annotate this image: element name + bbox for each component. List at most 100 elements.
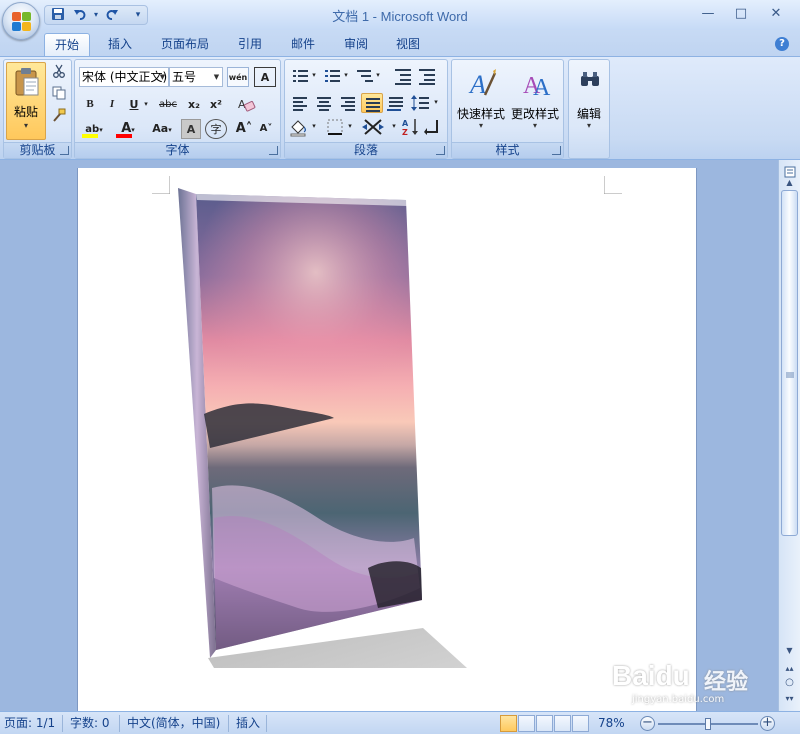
align-right-icon[interactable] — [337, 93, 359, 113]
decrease-indent-icon[interactable] — [391, 66, 413, 86]
change-styles-button[interactable]: A A 更改样式 ▾ — [508, 62, 562, 140]
zoom-slider-thumb[interactable] — [705, 718, 711, 730]
styles-group: A 快速样式 ▾ A A 更改样式 ▾ 样式 — [451, 59, 564, 159]
numbering-icon[interactable] — [321, 66, 343, 86]
close-button[interactable]: ✕ — [761, 4, 791, 24]
scroll-thumb[interactable] — [781, 190, 798, 536]
paste-button[interactable]: 粘贴 ▾ — [6, 62, 46, 140]
font-name-dropdown-icon[interactable]: ▼ — [157, 68, 168, 86]
language-status[interactable]: 中文(简体，中国) — [127, 715, 220, 732]
zoom-in-button[interactable]: + — [760, 716, 775, 731]
char-shading-button[interactable]: A — [181, 119, 201, 139]
quick-styles-dropdown-icon[interactable]: ▾ — [455, 121, 507, 130]
status-bar: 页面: 1/1 字数: 0 中文(简体，中国) 插入 78% − + — [0, 711, 800, 734]
italic-button[interactable]: I — [101, 95, 123, 115]
draft-view-button[interactable] — [572, 715, 589, 732]
line-spacing-icon[interactable] — [409, 93, 431, 113]
bullets-dropdown-icon[interactable]: ▾ — [309, 66, 319, 86]
previous-page-icon[interactable]: ▴▴ — [781, 662, 798, 676]
insert-mode-status[interactable]: 插入 — [236, 715, 260, 732]
increase-indent-icon[interactable] — [415, 66, 437, 86]
scroll-up-icon[interactable]: ▲ — [781, 176, 798, 190]
paragraph-launcher-icon[interactable] — [436, 146, 445, 155]
grow-font-button[interactable]: A˄ — [233, 119, 255, 139]
borders-icon[interactable] — [325, 117, 347, 137]
borders-dropdown-icon[interactable]: ▾ — [345, 117, 355, 137]
chinese-layout-icon[interactable] — [361, 117, 389, 137]
clear-formatting-button[interactable]: A — [234, 95, 258, 115]
tab-references[interactable]: 引用 — [228, 33, 272, 57]
bullets-icon[interactable] — [289, 66, 311, 86]
paste-dropdown-icon[interactable]: ▾ — [7, 121, 45, 130]
multilevel-dropdown-icon[interactable]: ▾ — [373, 66, 383, 86]
shading-dropdown-icon[interactable]: ▾ — [309, 117, 319, 137]
web-layout-view-button[interactable] — [536, 715, 553, 732]
multilevel-list-icon[interactable] — [353, 66, 375, 86]
cut-icon[interactable] — [48, 64, 70, 84]
ribbon-tabs: 开始 插入 页面布局 引用 邮件 审阅 视图 ? — [0, 30, 800, 57]
zoom-level[interactable]: 78% — [598, 715, 625, 732]
format-painter-icon[interactable] — [48, 108, 70, 128]
align-left-icon[interactable] — [289, 93, 311, 113]
strikethrough-button[interactable]: abc — [155, 95, 181, 115]
scroll-down-icon[interactable]: ▼ — [781, 644, 798, 658]
underline-dropdown-icon[interactable]: ▾ — [141, 95, 151, 115]
phonetic-guide-button[interactable]: wén — [227, 67, 249, 87]
word-count-status[interactable]: 字数: 0 — [70, 715, 110, 732]
maximize-button[interactable]: □ — [726, 4, 756, 24]
help-icon[interactable]: ? — [775, 37, 789, 51]
tab-insert[interactable]: 插入 — [98, 33, 142, 57]
tab-home[interactable]: 开始 — [44, 33, 90, 57]
change-styles-dropdown-icon[interactable]: ▾ — [509, 121, 561, 130]
zoom-out-button[interactable]: − — [640, 716, 655, 731]
svg-text:Z: Z — [402, 128, 408, 137]
margin-corner-top-right — [604, 176, 622, 194]
bold-button[interactable]: B — [79, 95, 101, 115]
page-count-status[interactable]: 页面: 1/1 — [4, 715, 55, 732]
tab-mailings[interactable]: 邮件 — [281, 33, 325, 57]
sort-icon[interactable]: AZ — [401, 117, 423, 137]
tab-page-layout[interactable]: 页面布局 — [152, 33, 218, 57]
line-spacing-dropdown-icon[interactable]: ▾ — [431, 93, 441, 113]
highlight-button[interactable]: ab▾ — [79, 119, 109, 139]
window-title: 文档 1 - Microsoft Word — [332, 9, 468, 24]
font-size-select[interactable]: 五号 ▼ — [169, 67, 223, 87]
show-marks-icon[interactable] — [423, 117, 445, 137]
vertical-scrollbar[interactable]: ▲ ▼ ▴▴ ○ ▾▾ — [778, 160, 800, 711]
styles-launcher-icon[interactable] — [552, 146, 561, 155]
font-launcher-icon[interactable] — [269, 146, 278, 155]
font-color-button[interactable]: A▾ — [113, 119, 143, 139]
shrink-font-button[interactable]: A˅ — [255, 119, 277, 139]
next-page-icon[interactable]: ▾▾ — [781, 692, 798, 706]
document-page[interactable] — [77, 168, 697, 711]
office-button[interactable] — [2, 2, 40, 40]
justify-icon[interactable] — [361, 93, 383, 113]
numbering-dropdown-icon[interactable]: ▾ — [341, 66, 351, 86]
change-case-button[interactable]: Aa▾ — [147, 119, 177, 139]
tab-review[interactable]: 审阅 — [334, 33, 378, 57]
title-bar: ▾ ▾ 文档 1 - Microsoft Word — □ ✕ — [0, 0, 800, 30]
clipboard-launcher-icon[interactable] — [60, 146, 69, 155]
font-size-dropdown-icon[interactable]: ▼ — [211, 68, 222, 86]
distributed-icon[interactable] — [385, 93, 407, 113]
copy-icon[interactable] — [48, 86, 70, 106]
select-browse-object-icon[interactable]: ○ — [781, 676, 798, 690]
char-border-button[interactable]: A — [254, 67, 276, 87]
chinese-layout-dropdown-icon[interactable]: ▾ — [389, 117, 399, 137]
enclose-characters-button[interactable]: 字 — [205, 119, 227, 139]
editing-dropdown-icon[interactable]: ▾ — [572, 121, 606, 130]
minimize-button[interactable]: — — [693, 4, 723, 24]
subscript-button[interactable]: x₂ — [183, 95, 205, 115]
font-name-select[interactable]: 宋体 (中文正文) ▼ — [79, 67, 169, 87]
outline-view-button[interactable] — [554, 715, 571, 732]
change-styles-label: 更改样式 — [510, 107, 559, 121]
superscript-button[interactable]: x² — [205, 95, 227, 115]
quick-styles-button[interactable]: A 快速样式 ▾ — [454, 62, 508, 140]
print-layout-view-button[interactable] — [500, 715, 517, 732]
shading-icon[interactable] — [289, 117, 311, 137]
tab-view[interactable]: 视图 — [386, 33, 430, 57]
full-screen-reading-view-button[interactable] — [518, 715, 535, 732]
editing-button[interactable]: 编辑 ▾ — [571, 62, 607, 156]
rotated-photo-image[interactable] — [178, 188, 478, 668]
align-center-icon[interactable] — [313, 93, 335, 113]
